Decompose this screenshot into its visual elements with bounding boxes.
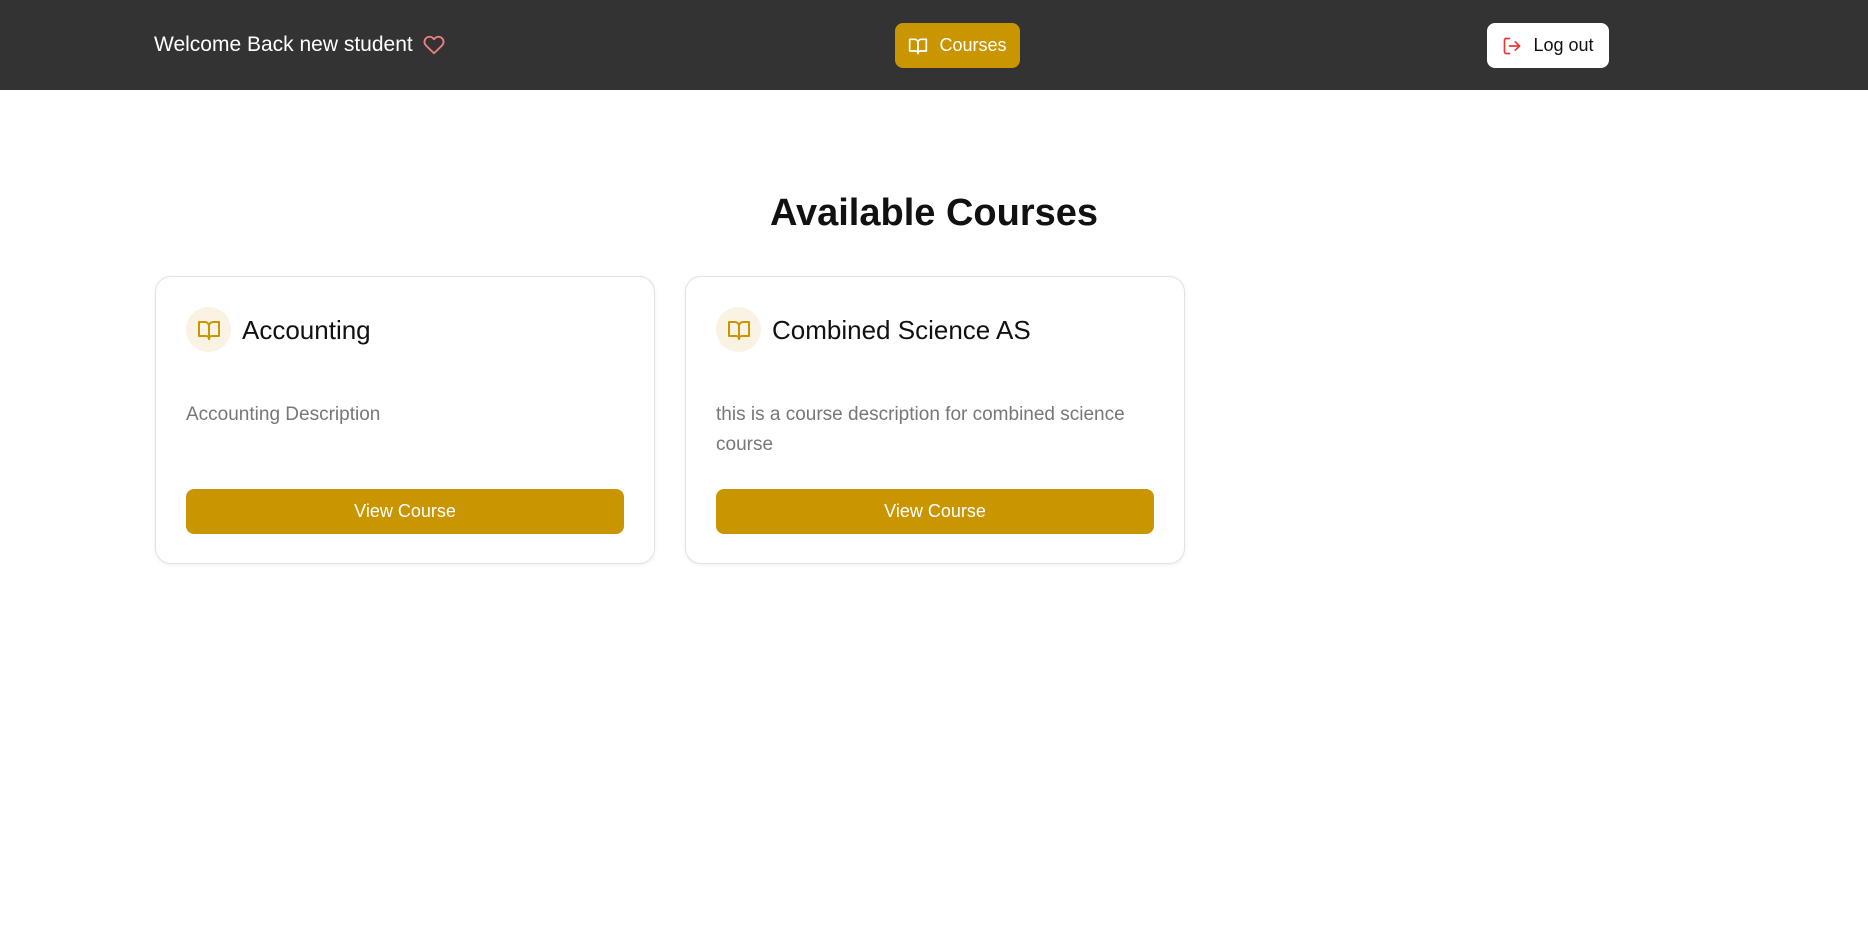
view-course-button[interactable]: View Course bbox=[716, 489, 1154, 534]
course-title: Combined Science AS bbox=[772, 314, 1031, 345]
page-title: Available Courses bbox=[769, 192, 1099, 234]
logout-icon bbox=[1502, 36, 1522, 56]
courses-nav-label: Courses bbox=[939, 35, 1007, 55]
welcome-message: Welcome Back new student bbox=[154, 31, 445, 59]
book-open-icon bbox=[727, 320, 750, 340]
welcome-text: Welcome Back new student bbox=[154, 33, 413, 56]
book-open-icon bbox=[197, 320, 220, 340]
course-icon-circle bbox=[716, 307, 761, 352]
view-course-button[interactable]: View Course bbox=[186, 489, 624, 534]
course-icon-circle bbox=[186, 307, 231, 352]
book-open-icon bbox=[908, 36, 928, 56]
top-navigation-bar: Welcome Back new student Courses Log out bbox=[0, 0, 1868, 90]
logout-label: Log out bbox=[1533, 35, 1594, 55]
logout-button[interactable]: Log out bbox=[1487, 23, 1609, 68]
course-card-accounting: Accounting Accounting Description View C… bbox=[155, 276, 655, 564]
courses-nav-button[interactable]: Courses bbox=[895, 23, 1020, 68]
course-card-combined-science: Combined Science AS this is a course des… bbox=[685, 276, 1185, 564]
course-description: Accounting Description bbox=[186, 404, 381, 425]
course-description: this is a course description for combine… bbox=[716, 404, 1125, 455]
heart-icon bbox=[423, 34, 445, 56]
course-title: Accounting bbox=[242, 314, 371, 345]
course-card-header: Accounting bbox=[186, 307, 371, 352]
course-card-header: Combined Science AS bbox=[716, 307, 1031, 352]
